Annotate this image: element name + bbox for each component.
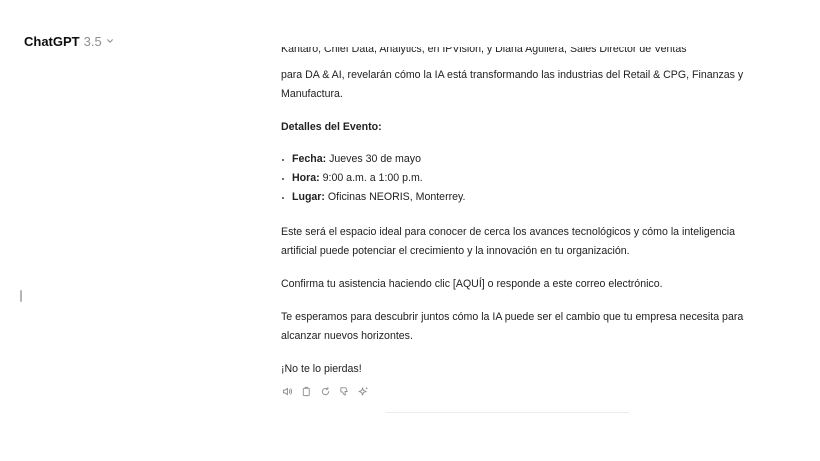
model-selector[interactable]: ChatGPT 3.5 xyxy=(24,31,114,51)
regenerate-button[interactable] xyxy=(319,384,331,398)
message-paragraph: Este será el espacio ideal para conocer … xyxy=(281,226,736,257)
thumbs-down-button[interactable] xyxy=(338,384,350,398)
speaker-icon xyxy=(282,387,292,395)
read-aloud-button[interactable] xyxy=(281,384,293,398)
copy-button[interactable] xyxy=(300,384,312,398)
message-paragraph: para DA & AI, revelarán cómo la IA está … xyxy=(281,69,744,100)
regenerate-icon xyxy=(321,386,329,395)
sidebar-toggle-handle[interactable] xyxy=(20,290,22,302)
message-paragraph: ¡No te lo pierdas! xyxy=(281,363,362,375)
message-cut-line: Kantaro, Chief Data, Analytics, en IPVis… xyxy=(281,47,687,55)
list-item-hora: Hora: 9:00 a.m. a 1:00 p.m. xyxy=(281,169,465,188)
copy-icon xyxy=(302,386,310,396)
change-model-button[interactable] xyxy=(357,384,369,398)
list-item-value: Oficinas NEORIS, Monterrey. xyxy=(324,191,466,203)
chevron-down-icon xyxy=(106,37,114,45)
details-list: Fecha: Jueves 30 de mayo Hora: 9:00 a.m.… xyxy=(281,150,465,207)
model-version: 3.5 xyxy=(83,33,102,49)
list-item-value: 9:00 a.m. a 1:00 p.m. xyxy=(319,172,423,184)
list-item-value: Jueves 30 de mayo xyxy=(326,153,421,165)
divider xyxy=(386,412,629,413)
message-paragraph: Te esperamos para descubrir juntos cómo … xyxy=(281,311,744,342)
sparkle-icon xyxy=(357,386,368,396)
message-paragraph: Confirma tu asistencia haciendo clic [AQ… xyxy=(281,278,663,290)
list-item-key: Hora: xyxy=(292,172,320,184)
list-item-key: Lugar: xyxy=(292,191,325,203)
list-item-lugar: Lugar: Oficinas NEORIS, Monterrey. xyxy=(281,188,465,207)
message-actions xyxy=(281,384,369,398)
list-item-fecha: Fecha: Jueves 30 de mayo xyxy=(281,150,465,169)
thumbs-down-icon xyxy=(339,386,348,396)
details-heading: Detalles del Evento: xyxy=(281,121,382,133)
model-name: ChatGPT xyxy=(24,33,80,49)
list-item-key: Fecha: xyxy=(292,153,327,165)
